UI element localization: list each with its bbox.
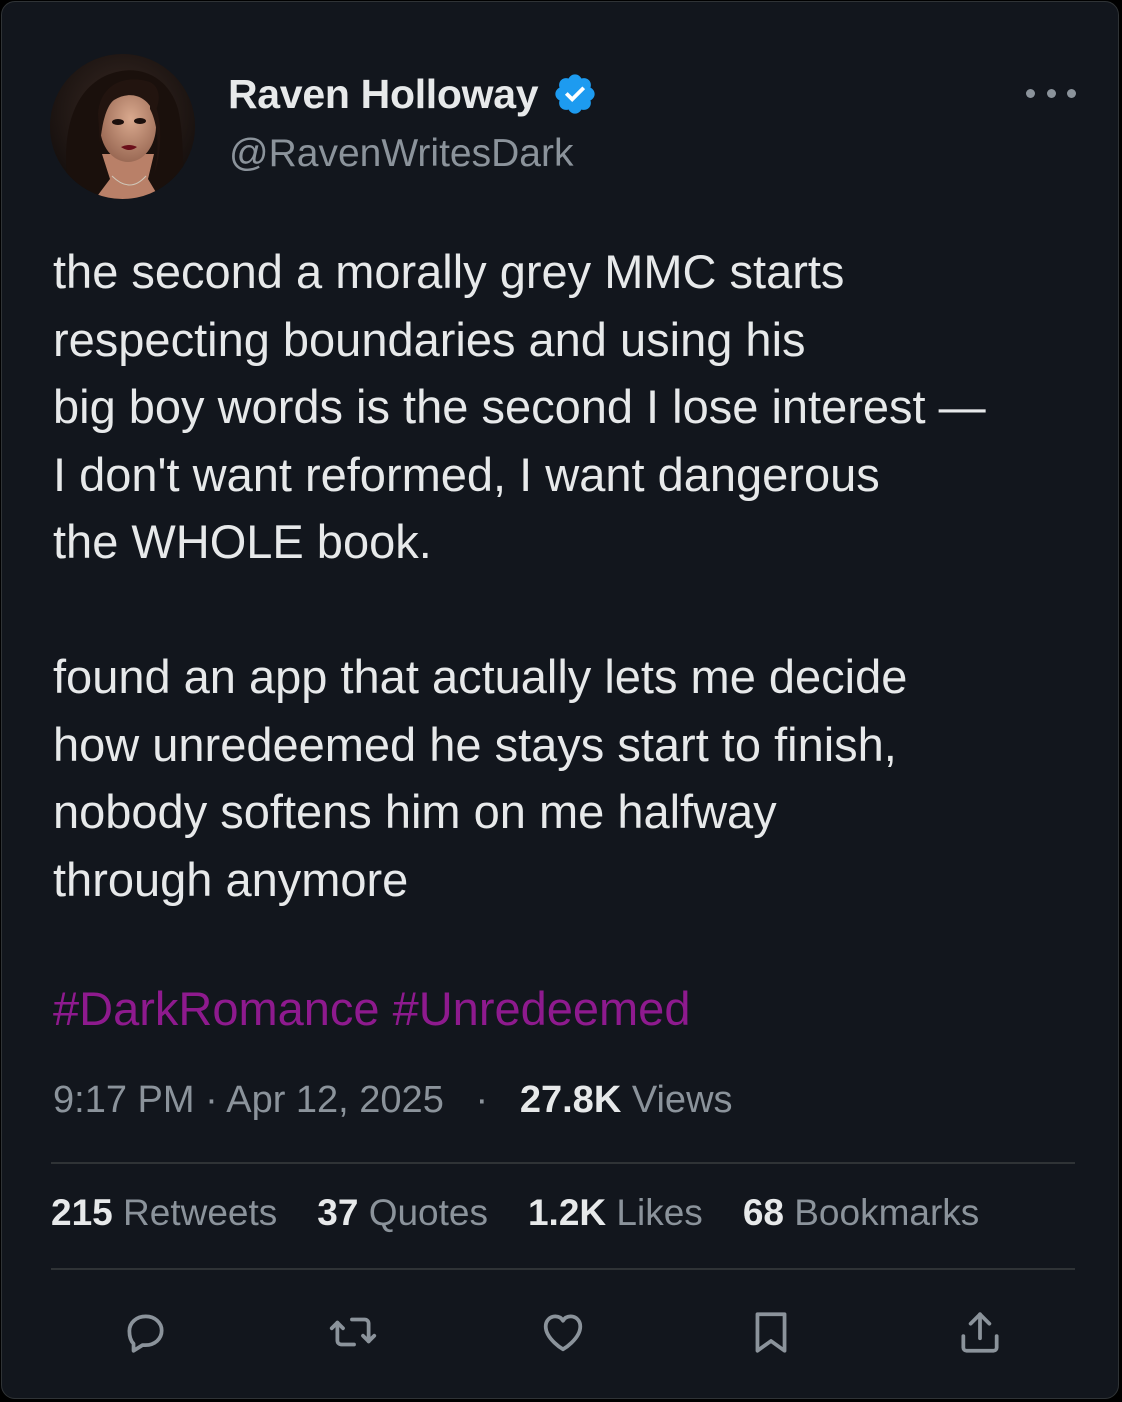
bookmark-icon xyxy=(755,1312,787,1353)
like-button[interactable] xyxy=(535,1304,591,1360)
stat-count: 68 xyxy=(742,1192,784,1233)
dot xyxy=(1026,88,1035,98)
tweet-date[interactable]: Apr 12, 2025 xyxy=(226,1079,444,1121)
reply-button[interactable] xyxy=(117,1304,173,1360)
avatar-portrait-image xyxy=(50,54,195,199)
tweet-line: the WHOLE book. xyxy=(53,515,432,568)
tweet-line: respecting boundaries and using his xyxy=(53,312,806,366)
stat-count: 215 xyxy=(51,1192,113,1233)
author-handle[interactable]: @RavenWritesDark xyxy=(229,132,573,176)
tweet-line: nobody softens him on me halfway xyxy=(53,785,777,838)
stat-label: Retweets xyxy=(123,1192,278,1233)
reply-icon xyxy=(127,1314,164,1353)
action-bar xyxy=(2,1304,1118,1360)
dot xyxy=(1046,88,1056,98)
stat-count: 1.2K xyxy=(527,1192,607,1233)
stat-retweets[interactable]: 215 Retweets xyxy=(51,1192,277,1234)
author-name-row: Raven Holloway xyxy=(228,66,598,122)
tweet-text: the second a morally grey MMC starts res… xyxy=(53,238,986,913)
stat-label: Bookmarks xyxy=(794,1192,980,1233)
verified-badge-icon xyxy=(555,74,595,114)
stat-count: 37 xyxy=(317,1192,359,1233)
share-icon xyxy=(961,1312,999,1353)
hashtag-link[interactable]: #DarkRomance xyxy=(53,982,380,1035)
meta-separator: · xyxy=(205,1079,218,1121)
more-options-icon[interactable] xyxy=(1026,76,1076,110)
meta-separator: · xyxy=(475,1079,489,1121)
tweet-line: through anymore xyxy=(53,852,409,906)
bookmark-button[interactable] xyxy=(743,1304,799,1360)
dot xyxy=(1067,88,1076,98)
stat-likes[interactable]: 1.2K Likes xyxy=(528,1192,703,1234)
divider xyxy=(51,1162,1075,1164)
stat-bookmarks[interactable]: 68 Bookmarks xyxy=(743,1192,980,1234)
tweet-line: the second a morally grey MMC starts xyxy=(53,245,845,298)
author-display-name[interactable]: Raven Holloway xyxy=(228,71,539,118)
stat-label: Likes xyxy=(616,1192,703,1233)
views-count: 27.8K xyxy=(519,1079,622,1121)
retweet-icon xyxy=(329,1317,377,1347)
tweet-time[interactable]: 9:17 PM xyxy=(53,1079,195,1121)
avatar[interactable] xyxy=(50,54,195,199)
divider xyxy=(51,1268,1075,1270)
views-label: Views xyxy=(631,1079,733,1121)
tweet-line: big boy words is the second I lose inter… xyxy=(53,380,986,433)
tweet-line: found an app that actually lets me decid… xyxy=(53,650,908,703)
tweet-line: how unredeemed he stays start to finish, xyxy=(53,717,897,771)
tweet-meta: 9:17 PM · Apr 12, 2025 · 27.8K Views xyxy=(53,1079,733,1122)
tweet-line: I don't want reformed, I want dangerous xyxy=(53,447,880,501)
engagement-stats: 215 Retweets 37 Quotes 1.2K Likes 68 Boo… xyxy=(51,1192,1019,1234)
retweet-button[interactable] xyxy=(325,1304,381,1360)
share-button[interactable] xyxy=(952,1304,1008,1360)
hashtag-link[interactable]: #Unredeemed xyxy=(393,982,691,1035)
stat-quotes[interactable]: 37 Quotes xyxy=(317,1192,488,1234)
hashtags: #DarkRomance #Unredeemed xyxy=(53,977,690,1041)
tweet-card: Raven Holloway @RavenWritesDark the seco… xyxy=(1,1,1119,1399)
stat-label: Quotes xyxy=(368,1192,488,1233)
like-icon xyxy=(543,1314,583,1352)
